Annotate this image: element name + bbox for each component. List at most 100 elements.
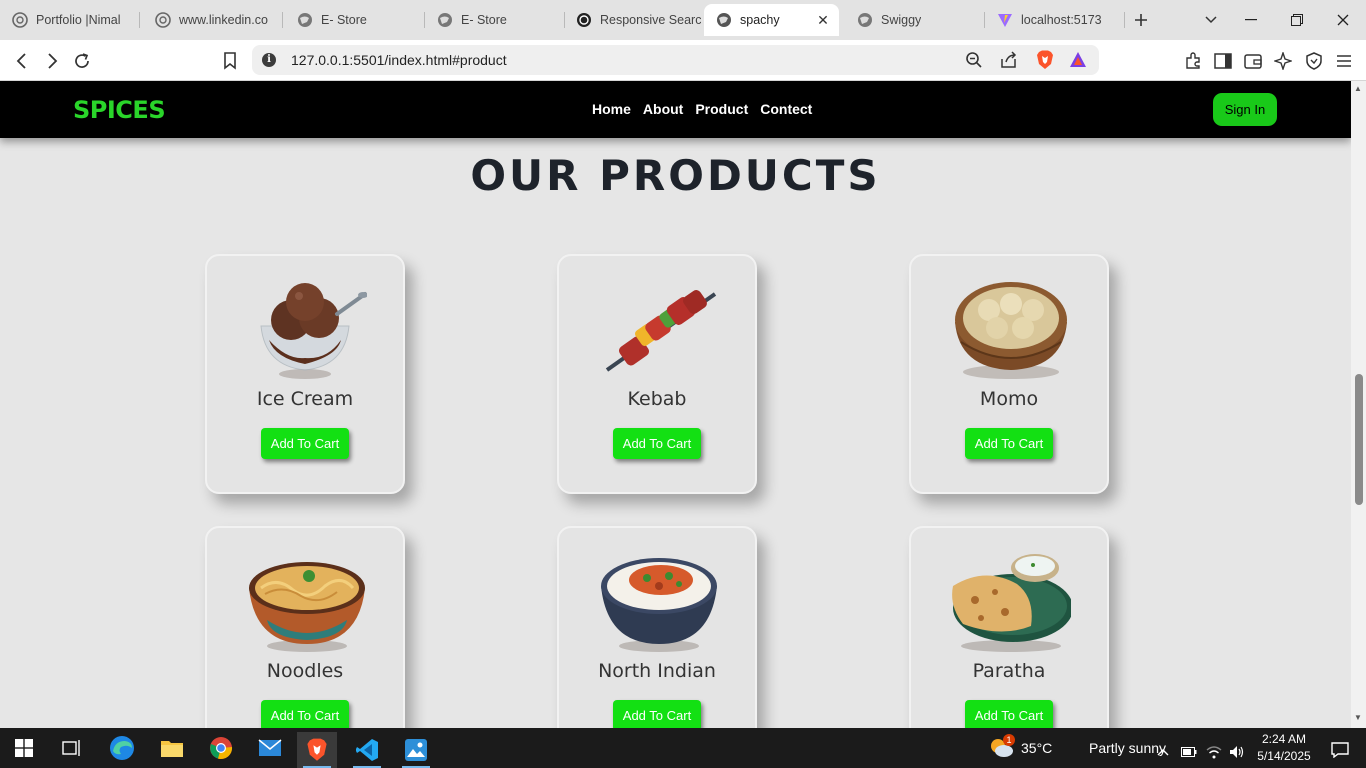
tab-portfolio[interactable]: Portfolio |Nimal (0, 4, 140, 36)
extensions-icon[interactable] (1181, 49, 1205, 73)
product-card-kebab: Kebab Add To Cart (557, 254, 757, 494)
add-to-cart-button[interactable]: Add To Cart (965, 428, 1053, 459)
sidebar-icon[interactable] (1211, 49, 1235, 73)
tab-list-chevron-icon[interactable] (1199, 8, 1223, 32)
brand-logo[interactable]: SPICES (73, 96, 166, 124)
vite-icon (997, 12, 1013, 28)
leo-ai-icon[interactable] (1271, 49, 1295, 73)
tab-swiggy[interactable]: Swiggy (845, 4, 985, 36)
vpn-shield-icon[interactable] (1302, 49, 1326, 73)
globe-icon (857, 12, 873, 28)
globe-icon (437, 12, 453, 28)
page-scrollbar[interactable]: ▲ ▼ (1351, 81, 1366, 728)
globe-icon (12, 12, 28, 28)
product-card-momo: Momo Add To Cart (909, 254, 1109, 494)
show-hidden-icons-chevron-icon[interactable] (1152, 734, 1174, 768)
tab-estore-1[interactable]: E- Store (285, 4, 425, 36)
close-window-icon[interactable] (1331, 8, 1355, 32)
start-windows-icon[interactable] (4, 730, 44, 766)
tab-title: Portfolio |Nimal (36, 13, 121, 27)
ice-cream-image (247, 274, 368, 384)
product-name: Momo (979, 388, 1039, 410)
add-to-cart-button[interactable]: Add To Cart (613, 700, 701, 728)
tab-estore-2[interactable]: E- Store (425, 4, 565, 36)
nav-about[interactable]: About (643, 101, 683, 117)
weather-badge: 1 (1003, 734, 1015, 746)
tab-title: www.linkedin.co (179, 13, 268, 27)
site-menu: Home About Product Contect (592, 101, 812, 117)
photos-app-icon[interactable] (396, 732, 436, 768)
north-indian-image (599, 546, 719, 656)
tab-title: E- Store (321, 13, 367, 27)
page-viewport: SPICES Home About Product Contect Sign I… (0, 81, 1351, 728)
site-info-icon[interactable]: i (262, 53, 276, 67)
product-name: Noodles (266, 660, 344, 682)
system-clock[interactable]: 2:24 AM 5/14/2025 (1256, 731, 1312, 765)
globe-icon (155, 12, 171, 28)
tab-responsive-search[interactable]: Responsive Searc (564, 4, 704, 36)
tab-localhost[interactable]: localhost:5173 (985, 4, 1125, 36)
nav-contact[interactable]: Contect (760, 101, 812, 117)
momo-image (951, 274, 1071, 384)
chrome-icon[interactable] (201, 730, 241, 766)
edge-icon[interactable] (102, 730, 142, 766)
scroll-up-icon[interactable]: ▲ (1354, 84, 1362, 93)
product-name: Paratha (972, 660, 1046, 682)
tab-spachy[interactable]: spachy ✕ (704, 4, 839, 36)
url-text[interactable]: 127.0.0.1:5501/index.html#product (291, 52, 507, 68)
forward-icon[interactable] (40, 49, 64, 73)
sign-in-button[interactable]: Sign In (1213, 93, 1277, 126)
product-name: Kebab (627, 388, 687, 410)
add-to-cart-button[interactable]: Add To Cart (261, 700, 349, 728)
brave-rewards-icon[interactable] (1066, 48, 1090, 72)
tab-title: Swiggy (881, 13, 922, 27)
file-explorer-icon[interactable] (152, 730, 192, 766)
nav-home[interactable]: Home (592, 101, 631, 117)
battery-icon[interactable] (1178, 734, 1200, 768)
mail-icon[interactable] (250, 730, 290, 766)
paratha-image (951, 546, 1073, 656)
product-card-paratha: Paratha Add To Cart (909, 526, 1109, 728)
clock-time: 2:24 AM (1261, 732, 1307, 746)
add-to-cart-button[interactable]: Add To Cart (261, 428, 349, 459)
tab-strip: Portfolio |Nimal www.linkedin.co E- Stor… (0, 0, 1366, 40)
product-name: North Indian (598, 660, 716, 682)
weather-widget[interactable]: 1 35°C Partly sunny (988, 734, 1166, 762)
close-tab-icon[interactable]: ✕ (815, 12, 831, 28)
share-icon[interactable] (997, 48, 1021, 72)
task-view-icon[interactable] (52, 730, 92, 766)
windows-taskbar: 1 35°C Partly sunny 2:24 AM 5/14/2025 (0, 728, 1366, 768)
reload-icon[interactable] (70, 49, 94, 73)
wallet-icon[interactable] (1241, 49, 1265, 73)
address-bar[interactable]: i 127.0.0.1:5501/index.html#product (252, 45, 1099, 75)
scroll-down-icon[interactable]: ▼ (1354, 713, 1362, 722)
restore-icon[interactable] (1285, 8, 1309, 32)
tab-title: localhost:5173 (1021, 13, 1102, 27)
nav-product[interactable]: Product (695, 101, 748, 117)
kebab-image (599, 274, 719, 384)
bookmark-icon[interactable] (218, 49, 242, 73)
tab-linkedin[interactable]: www.linkedin.co (143, 4, 283, 36)
vscode-icon[interactable] (347, 732, 387, 768)
product-card-noodles: Noodles Add To Cart (205, 526, 405, 728)
scroll-thumb[interactable] (1355, 374, 1363, 505)
globe-icon (297, 12, 313, 28)
add-to-cart-button[interactable]: Add To Cart (965, 700, 1053, 728)
openai-icon (576, 12, 592, 28)
product-card-ice-cream: Ice Cream Add To Cart (205, 254, 405, 494)
notifications-icon[interactable] (1320, 732, 1360, 768)
minimize-icon[interactable] (1239, 8, 1263, 32)
zoom-icon[interactable] (962, 48, 986, 72)
noodles-image (247, 546, 367, 656)
menu-icon[interactable] (1332, 49, 1356, 73)
brave-shields-icon[interactable] (1033, 48, 1057, 72)
wifi-icon[interactable] (1203, 734, 1225, 768)
back-icon[interactable] (10, 49, 34, 73)
globe-icon (716, 12, 732, 28)
product-name: Ice Cream (256, 388, 354, 410)
add-to-cart-button[interactable]: Add To Cart (613, 428, 701, 459)
tab-title: Responsive Searc (600, 13, 702, 27)
new-tab-plus-icon[interactable] (1129, 8, 1153, 32)
volume-icon[interactable] (1226, 734, 1248, 768)
brave-browser-icon[interactable] (297, 732, 337, 768)
